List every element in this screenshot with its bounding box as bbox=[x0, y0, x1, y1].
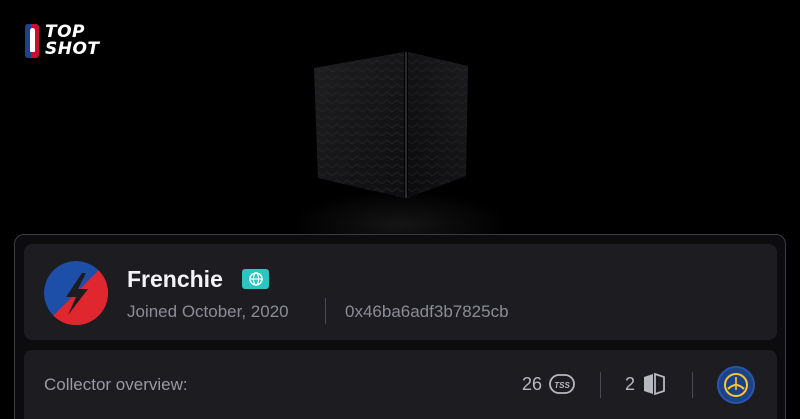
moments-count: 26 bbox=[522, 374, 543, 394]
logo-wordmark: TOP SHOT bbox=[45, 24, 100, 58]
tss-icon: TSS bbox=[549, 374, 575, 394]
wallet-address[interactable]: 0x46ba6adf3b7825cb bbox=[345, 302, 509, 322]
top-shot-logo[interactable]: TOP SHOT bbox=[25, 24, 105, 62]
nba-logo-icon bbox=[25, 24, 39, 58]
stat-divider-2 bbox=[692, 372, 693, 398]
collector-overview-label: Collector overview: bbox=[44, 375, 188, 394]
pack-icon bbox=[644, 373, 665, 395]
display-case-cube bbox=[314, 52, 468, 198]
svg-text:TSS: TSS bbox=[554, 381, 570, 390]
packs-count: 2 bbox=[625, 374, 636, 394]
logo-line-shot: SHOT bbox=[45, 39, 100, 59]
user-avatar[interactable] bbox=[44, 261, 108, 325]
stat-divider-1 bbox=[600, 372, 601, 398]
username: Frenchie bbox=[127, 266, 223, 292]
globe-icon[interactable] bbox=[242, 269, 269, 289]
join-date: Joined October, 2020 bbox=[127, 302, 289, 321]
info-divider bbox=[325, 298, 326, 324]
golden-state-warriors-logo[interactable] bbox=[717, 366, 755, 404]
